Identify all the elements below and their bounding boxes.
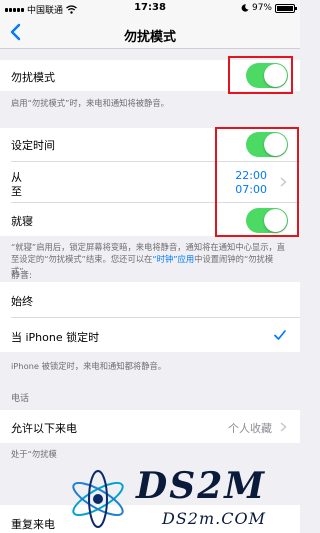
phone-note: 处于“勿扰模	[11, 449, 57, 459]
highlight-box-dnd-toggle	[228, 56, 293, 94]
nav-bar: 勿扰模式	[0, 18, 300, 49]
checkmark-icon	[274, 330, 286, 340]
silence-group: 始终 当 iPhone 锁定时	[0, 282, 300, 352]
page-title: 勿扰模式	[123, 30, 176, 45]
silence-always-label: 始终	[11, 295, 33, 308]
allow-calls-label: 允许以下来电	[11, 422, 77, 435]
silence-locked-row[interactable]: 当 iPhone 锁定时	[0, 318, 300, 352]
silence-locked-label: 当 iPhone 锁定时	[11, 331, 100, 344]
clock-app-link[interactable]: “时钟”应用	[152, 254, 194, 264]
watermark-brand: DS2M	[136, 465, 267, 507]
bedtime-note: “就寝”启用后，锁定屏幕将变暗，来电将静音，通知将在通知中心显示，直至设定的“勿…	[11, 241, 290, 277]
watermark: DS2M DS2m.COM	[62, 463, 300, 533]
allow-calls-row[interactable]: 允许以下来电 个人收藏	[0, 410, 300, 443]
status-right: 97%	[241, 3, 297, 13]
moon-icon	[241, 4, 249, 12]
phone-header: 电话	[11, 394, 30, 404]
silence-header: 静音:	[11, 271, 33, 281]
silence-note: iPhone 被锁定时，来电和通知都将静音。	[11, 361, 167, 371]
silence-always-row[interactable]: 始终	[0, 282, 300, 317]
bedtime-label: 就寝	[11, 215, 33, 228]
highlight-box-schedule	[215, 127, 299, 237]
battery-icon	[275, 3, 297, 13]
watermark-url: DS2m.COM	[162, 509, 266, 528]
dnd-label: 勿扰模式	[11, 71, 55, 84]
chevron-right-icon	[280, 422, 287, 432]
to-label: 至	[11, 185, 22, 198]
repeated-calls-label: 重复来电	[11, 518, 55, 531]
dnd-note: 启用“勿扰模式”时，来电和通知将被静音。	[11, 98, 169, 108]
status-bar: 中国联通 17:38 97%	[0, 0, 300, 18]
battery-percent: 97%	[251, 3, 272, 13]
allow-calls-value: 个人收藏	[228, 422, 272, 435]
scheduled-label: 设定时间	[11, 139, 55, 152]
